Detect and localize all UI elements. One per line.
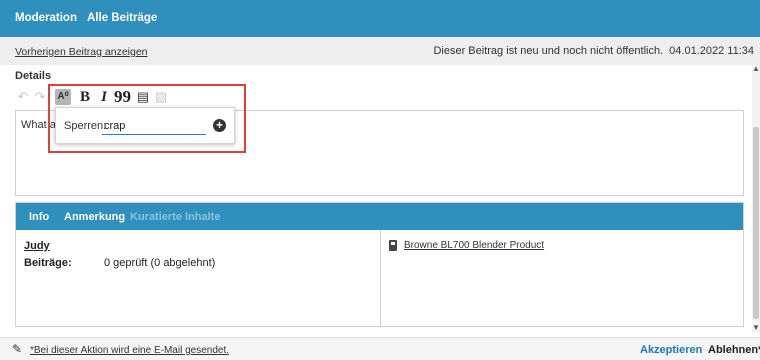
undo-icon[interactable]: ↶ — [15, 89, 31, 105]
reject-button[interactable]: Ablehnen* — [708, 344, 760, 356]
redo-icon[interactable]: ↷ — [32, 89, 48, 105]
top-navigation-bar: Moderation Alle Beiträge — [0, 0, 760, 37]
pencil-icon: ✎ — [12, 342, 23, 356]
accept-button[interactable]: Akzeptieren — [640, 344, 702, 356]
block-word-popover: Sperren: + — [55, 107, 235, 144]
product-info: Browne BL700 Blender Product — [380, 230, 743, 326]
add-circle-icon[interactable]: + — [213, 119, 226, 132]
action-footer: ✎ *Bei dieser Aktion wird eine E-Mail ge… — [0, 337, 760, 360]
info-panel: Info Anmerkung Kuratierte Inhalte Judy B… — [15, 202, 744, 327]
post-status: Dieser Beitrag ist neu und noch nicht öf… — [433, 45, 754, 57]
email-notice-link[interactable]: *Bei dieser Aktion wird eine E-Mail gese… — [30, 345, 229, 356]
previous-post-link[interactable]: Vorherigen Beitrag anzeigen — [15, 46, 148, 58]
clear-format-icon[interactable]: ▧ — [153, 89, 169, 105]
block-word-icon[interactable]: A⁰ — [55, 89, 71, 105]
post-timestamp: 04.01.2022 11:34 — [669, 45, 754, 57]
product-icon — [389, 240, 397, 251]
insert-block-icon[interactable]: ▤ — [135, 89, 151, 105]
scroll-up-icon[interactable]: ▲ — [752, 65, 760, 73]
tab-info[interactable]: Info — [29, 211, 49, 223]
status-text: Dieser Beitrag ist neu und noch nicht öf… — [433, 45, 664, 57]
author-info: Judy Beiträge: 0 geprüft (0 abgelehnt) — [16, 230, 380, 326]
block-word-label: Sperren: — [64, 120, 107, 132]
tab-curated-content[interactable]: Kuratierte Inhalte — [130, 211, 220, 223]
quote-button[interactable]: 99 — [114, 88, 131, 105]
product-link[interactable]: Browne BL700 Blender Product — [404, 240, 544, 251]
tab-note[interactable]: Anmerkung — [64, 211, 125, 223]
details-heading: Details — [15, 70, 52, 82]
tab-all-posts[interactable]: Alle Beiträge — [87, 12, 157, 24]
post-status-bar: Vorherigen Beitrag anzeigen Dieser Beitr… — [0, 37, 760, 65]
italic-button[interactable]: I — [96, 89, 112, 105]
posts-label: Beiträge: — [24, 257, 72, 269]
vertical-scrollbar[interactable]: ▲ ▼ — [752, 65, 760, 332]
scroll-down-icon[interactable]: ▼ — [752, 324, 760, 332]
scrollbar-thumb[interactable] — [753, 127, 759, 319]
block-word-input[interactable] — [102, 117, 206, 135]
bold-button[interactable]: B — [77, 89, 93, 105]
info-panel-tabs: Info Anmerkung Kuratierte Inhalte — [16, 203, 743, 230]
author-link[interactable]: Judy — [24, 240, 50, 252]
posts-count: 0 geprüft (0 abgelehnt) — [104, 257, 216, 269]
tab-moderation[interactable]: Moderation — [15, 12, 77, 24]
